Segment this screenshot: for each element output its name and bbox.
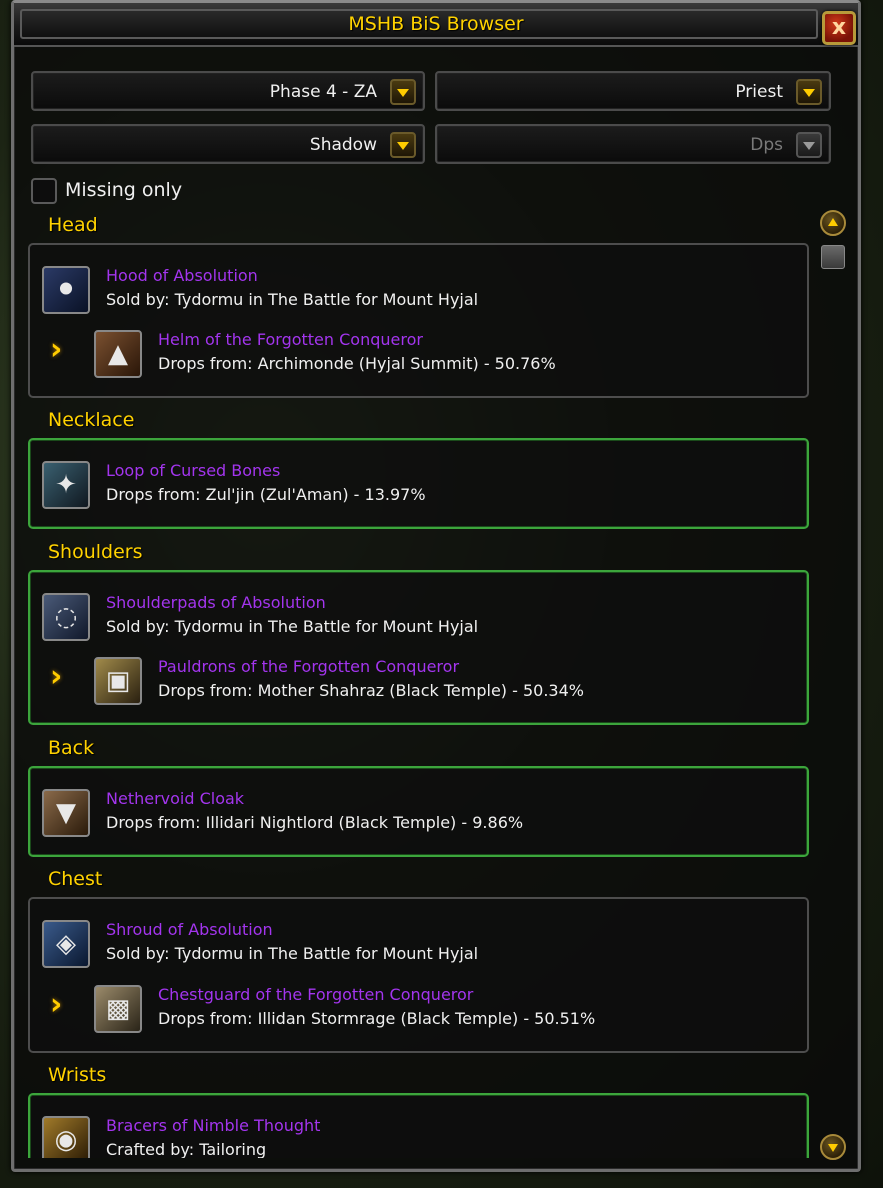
class-value: Priest	[735, 82, 783, 102]
missing-only-checkbox[interactable]	[31, 178, 57, 204]
chevron-down-icon[interactable]	[390, 79, 416, 105]
item-source: Sold by: Tydormu in The Battle for Mount…	[106, 290, 479, 309]
close-icon: x	[831, 15, 847, 40]
chevron-right-icon: ›	[50, 332, 63, 367]
scroll-up-button[interactable]	[820, 210, 846, 236]
shroud-icon[interactable]: ◈	[42, 920, 90, 968]
helm-icon[interactable]: ▲	[94, 330, 142, 378]
list-item[interactable]: ◌ Shoulderpads of Absolution Sold by: Ty…	[42, 593, 782, 643]
list-item[interactable]: ◈ Shroud of Absolution Sold by: Tydormu …	[42, 920, 782, 970]
scroll-down-button[interactable]	[820, 1134, 846, 1160]
window-title: MSHB BiS Browser	[348, 13, 524, 35]
missing-only-label[interactable]: Missing only	[65, 179, 182, 201]
slot-back: ▼ Nethervoid Cloak Drops from: Illidari …	[28, 766, 809, 857]
list-item[interactable]: ✦ Loop of Cursed Bones Drops from: Zul'j…	[42, 461, 782, 511]
item-source: Sold by: Tydormu in The Battle for Mount…	[106, 617, 479, 636]
close-button[interactable]: x	[822, 11, 856, 45]
item-name[interactable]: Pauldrons of the Forgotten Conqueror	[158, 657, 459, 676]
necklace-icon[interactable]: ✦	[42, 461, 90, 509]
item-name[interactable]: Bracers of Nimble Thought	[106, 1116, 320, 1135]
chestguard-icon[interactable]: ▩	[94, 985, 142, 1033]
role-dropdown: Dps	[435, 124, 831, 164]
list-item[interactable]: ⚫ Hood of Absolution Sold by: Tydormu in…	[42, 266, 782, 316]
section-title-head: Head	[48, 214, 98, 236]
chevron-right-icon: ›	[50, 659, 63, 694]
spec-dropdown[interactable]: Shadow	[31, 124, 425, 164]
chevron-down-icon[interactable]	[796, 79, 822, 105]
item-name[interactable]: Hood of Absolution	[106, 266, 258, 285]
slot-wrists: ◉ Bracers of Nimble Thought Crafted by: …	[28, 1093, 809, 1158]
item-source: Drops from: Illidari Nightlord (Black Te…	[106, 813, 524, 832]
section-title-shoulders: Shoulders	[48, 541, 143, 563]
slot-necklace: ✦ Loop of Cursed Bones Drops from: Zul'j…	[28, 438, 809, 529]
item-source: Drops from: Mother Shahraz (Black Temple…	[158, 681, 584, 700]
bis-browser-window: MSHB BiS Browser x Phase 4 - ZA Priest S…	[11, 0, 861, 1172]
slot-head: ⚫ Hood of Absolution Sold by: Tydormu in…	[28, 243, 809, 398]
role-value: Dps	[750, 135, 783, 155]
bracers-icon[interactable]: ◉	[42, 1116, 90, 1158]
cloak-icon[interactable]: ▼	[42, 789, 90, 837]
list-item[interactable]: ◉ Bracers of Nimble Thought Crafted by: …	[42, 1116, 782, 1158]
item-name[interactable]: Shroud of Absolution	[106, 920, 273, 939]
list-item[interactable]: › ▲ Helm of the Forgotten Conqueror Drop…	[50, 330, 814, 380]
list-item[interactable]: ▼ Nethervoid Cloak Drops from: Illidari …	[42, 789, 782, 839]
scrollbar-thumb[interactable]	[821, 245, 845, 269]
item-name[interactable]: Shoulderpads of Absolution	[106, 593, 326, 612]
spec-value: Shadow	[309, 135, 377, 155]
slot-shoulders: ◌ Shoulderpads of Absolution Sold by: Ty…	[28, 570, 809, 725]
item-name[interactable]: Helm of the Forgotten Conqueror	[158, 330, 423, 349]
phase-value: Phase 4 - ZA	[269, 82, 377, 102]
item-source: Crafted by: Tailoring	[106, 1140, 267, 1158]
chevron-down-icon	[796, 132, 822, 158]
item-source: Drops from: Illidan Stormrage (Black Tem…	[158, 1009, 596, 1028]
item-name[interactable]: Chestguard of the Forgotten Conqueror	[158, 985, 473, 1004]
list-item[interactable]: › ▩ Chestguard of the Forgotten Conquero…	[50, 985, 814, 1035]
title-bar[interactable]: MSHB BiS Browser x	[14, 3, 858, 47]
item-source: Sold by: Tydormu in The Battle for Mount…	[106, 944, 479, 963]
section-title-chest: Chest	[48, 868, 103, 890]
item-source: Drops from: Zul'jin (Zul'Aman) - 13.97%	[106, 485, 426, 504]
item-name[interactable]: Loop of Cursed Bones	[106, 461, 280, 480]
list-item[interactable]: › ▣ Pauldrons of the Forgotten Conqueror…	[50, 657, 814, 707]
pauldrons-icon[interactable]: ▣	[94, 657, 142, 705]
item-source: Drops from: Archimonde (Hyjal Summit) - …	[158, 354, 556, 373]
chevron-right-icon: ›	[50, 987, 63, 1022]
section-title-necklace: Necklace	[48, 409, 135, 431]
hood-icon[interactable]: ⚫	[42, 266, 90, 314]
shoulderpads-icon[interactable]: ◌	[42, 593, 90, 641]
class-dropdown[interactable]: Priest	[435, 71, 831, 111]
phase-dropdown[interactable]: Phase 4 - ZA	[31, 71, 425, 111]
slot-chest: ◈ Shroud of Absolution Sold by: Tydormu …	[28, 897, 809, 1053]
slot-list: Head ⚫ Hood of Absolution Sold by: Tydor…	[14, 208, 814, 1158]
chevron-down-icon[interactable]	[390, 132, 416, 158]
section-title-back: Back	[48, 737, 95, 759]
item-name[interactable]: Nethervoid Cloak	[106, 789, 244, 808]
section-title-wrists: Wrists	[48, 1064, 107, 1086]
